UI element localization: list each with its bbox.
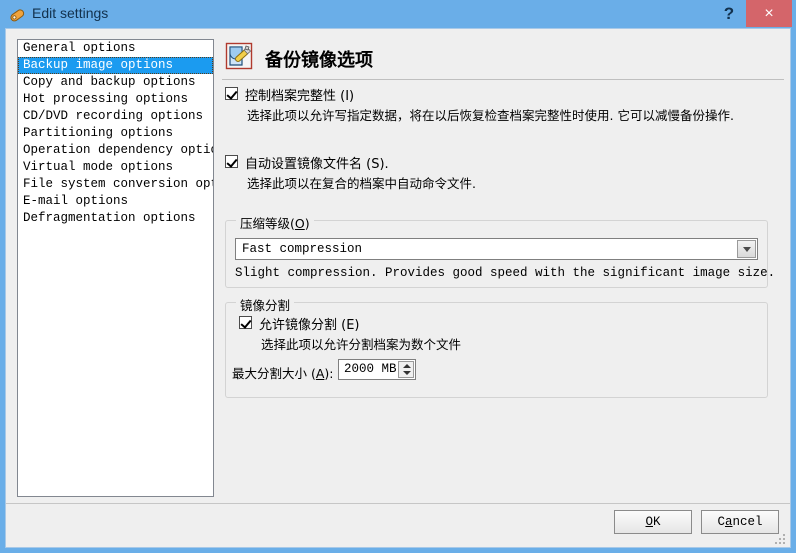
list-item-fs-conversion[interactable]: File system conversion options (18, 176, 213, 193)
list-item-email[interactable]: E-mail options (18, 193, 213, 210)
max-split-size-value: 2000 MB (344, 362, 397, 376)
max-split-size-label: 最大分割大小 (A): (232, 363, 334, 382)
settings-category-list[interactable]: General options Backup image options Cop… (17, 39, 214, 497)
ok-button[interactable]: OK (614, 510, 692, 534)
compression-group-title-suffix: ) (304, 216, 310, 231)
help-button[interactable]: ? (712, 0, 746, 27)
integrity-checkbox[interactable] (225, 87, 238, 100)
compression-level-value: Fast compression (242, 242, 363, 256)
max-split-size-label-suffix: ): (324, 366, 334, 381)
list-item-general[interactable]: General options (18, 40, 213, 57)
client-area: General options Backup image options Cop… (5, 28, 791, 548)
list-item-backup-image[interactable]: Backup image options (18, 57, 213, 74)
max-split-size-stepper[interactable]: 2000 MB (338, 359, 416, 380)
chevron-down-icon[interactable] (737, 240, 756, 258)
list-item-copy-backup[interactable]: Copy and backup options (18, 74, 213, 91)
triangle-up-icon[interactable] (403, 364, 411, 368)
autoname-checkbox[interactable] (225, 155, 238, 168)
split-enable-description: 选择此项以允许分割档案为数个文件 (261, 337, 462, 352)
ok-label-suffix: K (653, 515, 661, 529)
integrity-checkbox-label[interactable]: 控制档案完整性 (I) (245, 85, 354, 104)
list-item-defragmentation[interactable]: Defragmentation options (18, 210, 213, 227)
split-group-title: 镜像分割 (236, 295, 295, 314)
compression-group-title-mnemonic: O (294, 216, 305, 231)
header-divider (222, 79, 784, 80)
max-split-size-stepper-buttons[interactable] (398, 361, 414, 378)
compression-level-group: 压缩等级(O) Fast compression Slight compress… (225, 213, 775, 288)
compression-group-title-prefix: 压缩等级( (240, 216, 295, 231)
cancel-button[interactable]: Cancel (701, 510, 779, 534)
split-enable-checkbox[interactable] (239, 316, 252, 329)
options-panel: 备份镜像选项 控制档案完整性 (I) 选择此项以允许写指定数据，将在以后恢复检查… (219, 35, 785, 420)
resize-grip-icon[interactable] (775, 534, 787, 546)
list-item-operation-dependency[interactable]: Operation dependency options (18, 142, 213, 159)
integrity-description: 选择此项以允许写指定数据，将在以后恢复检查档案完整性时使用. 它可以减慢备份操作… (247, 108, 734, 123)
list-item-cd-dvd[interactable]: CD/DVD recording options (18, 108, 213, 125)
close-button[interactable]: × (746, 0, 792, 27)
cancel-label-suffix: ncel (732, 515, 763, 529)
list-item-virtual-mode[interactable]: Virtual mode options (18, 159, 213, 176)
autoname-checkbox-label[interactable]: 自动设置镜像文件名 (S). (245, 153, 389, 172)
title-bar: Edit settings ? × (0, 0, 796, 30)
compression-group-title: 压缩等级(O) (236, 213, 314, 232)
ok-label-mnemonic: O (645, 515, 653, 529)
edit-settings-window: Edit settings ? × General options Backup… (0, 0, 796, 553)
triangle-down-icon[interactable] (403, 371, 411, 375)
autoname-description: 选择此项以在复合的档案中自动命令文件. (247, 176, 476, 191)
list-item-hot-processing[interactable]: Hot processing options (18, 91, 213, 108)
list-item-partitioning[interactable]: Partitioning options (18, 125, 213, 142)
cancel-label-mnemonic: a (724, 515, 733, 529)
page-title: 备份镜像选项 (265, 50, 373, 71)
cancel-label-prefix: C (717, 515, 725, 529)
compression-level-description: Slight compression. Provides good speed … (235, 266, 776, 280)
tag-icon (8, 6, 26, 24)
window-title: Edit settings (32, 5, 109, 21)
image-split-group: 镜像分割 允许镜像分割 (E) 选择此项以允许分割档案为数个文件 最大分割大小 … (225, 295, 768, 398)
max-split-size-label-prefix: 最大分割大小 ( (232, 366, 316, 381)
compression-level-select[interactable]: Fast compression (235, 238, 758, 260)
split-enable-label[interactable]: 允许镜像分割 (E) (259, 314, 360, 333)
footer-divider (6, 503, 790, 504)
document-pencil-icon (224, 41, 254, 71)
